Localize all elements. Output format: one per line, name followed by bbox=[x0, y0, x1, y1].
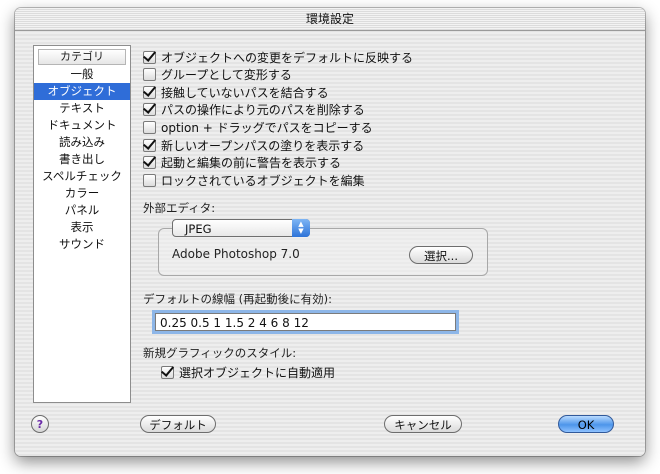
option-label: option + ドラッグでパスをコピーする bbox=[161, 120, 373, 135]
category-list: カテゴリ 一般 オブジェクト テキスト ドキュメント 読み込み 書き出し スペルチェック カラ… bbox=[33, 45, 131, 403]
sidebar-item[interactable]: 一般 bbox=[34, 66, 130, 83]
sidebar-item[interactable]: ドキュメント bbox=[34, 117, 130, 134]
ok-button[interactable]: OK bbox=[558, 415, 614, 433]
new-graphic-style-label: 新規グラフィックのスタイル: bbox=[143, 346, 297, 360]
line-width-field[interactable]: 0.25 0.5 1 1.5 2 4 6 8 12 bbox=[155, 313, 456, 331]
option-checkbox-row[interactable]: option + ドラッグでパスをコピーする bbox=[143, 118, 373, 136]
preferences-window: 環境設定 カテゴリ 一般 オブジェクト テキスト ドキュメント 読み込み 書き出し スペルチ… bbox=[15, 8, 645, 456]
option-checkbox[interactable] bbox=[143, 103, 156, 117]
sidebar-item[interactable]: テキスト bbox=[34, 100, 130, 117]
default-button[interactable]: デフォルト bbox=[140, 415, 216, 433]
external-editor-app-name: Adobe Photoshop 7.0 bbox=[172, 247, 300, 261]
sidebar-item[interactable]: カラー bbox=[34, 185, 130, 202]
sidebar-item[interactable]: スペルチェック bbox=[34, 168, 130, 185]
editor-format-popup[interactable]: JPEG ▲ ▼ bbox=[172, 219, 310, 237]
category-list-header: カテゴリ bbox=[38, 49, 126, 65]
auto-apply-label: 選択オブジェクトに自動適用 bbox=[179, 365, 336, 380]
option-checkbox-row[interactable]: 新しいオープンパスの塗りを表示する bbox=[143, 136, 364, 154]
option-label: オブジェクトへの変更をデフォルトに反映する bbox=[161, 50, 414, 65]
sidebar-item[interactable]: 書き出し bbox=[34, 151, 130, 168]
option-label: パスの操作により元のパスを削除する bbox=[161, 103, 365, 118]
option-checkbox[interactable] bbox=[143, 68, 156, 82]
sidebar-item[interactable]: 表示 bbox=[34, 219, 130, 236]
option-checkbox[interactable] bbox=[143, 138, 156, 152]
option-label: 起動と編集の前に警告を表示する bbox=[161, 156, 342, 171]
external-editor-label: 外部エディタ: bbox=[143, 201, 216, 215]
option-label: 接触していないパスを結合する bbox=[161, 85, 329, 100]
option-checkbox[interactable] bbox=[143, 156, 156, 170]
option-checkbox-row[interactable]: オブジェクトへの変更をデフォルトに反映する bbox=[143, 48, 413, 66]
option-checkbox-row[interactable]: 起動と編集の前に警告を表示する bbox=[143, 154, 341, 172]
option-checkbox-row[interactable]: パスの操作により元のパスを削除する bbox=[143, 101, 365, 119]
line-width-label: デフォルトの線幅 (再起動後に有効): bbox=[143, 292, 333, 306]
help-button[interactable]: ? bbox=[31, 415, 49, 433]
auto-apply-checkbox[interactable] bbox=[161, 365, 174, 379]
sidebar-item[interactable]: オブジェクト bbox=[34, 83, 130, 100]
option-checkbox[interactable] bbox=[143, 173, 156, 187]
sidebar-item[interactable]: パネル bbox=[34, 202, 130, 219]
option-checkbox[interactable] bbox=[143, 120, 156, 134]
option-label: 新しいオープンパスの塗りを表示する bbox=[161, 138, 365, 153]
window-title: 環境設定 bbox=[15, 8, 645, 31]
option-checkbox[interactable] bbox=[143, 50, 156, 64]
sidebar-item[interactable]: 読み込み bbox=[34, 134, 130, 151]
option-checkbox-row[interactable]: ロックされているオブジェクトを編集 bbox=[143, 171, 365, 189]
option-checkbox[interactable] bbox=[143, 85, 156, 99]
cancel-button[interactable]: キャンセル bbox=[384, 415, 462, 433]
option-label: ロックされているオブジェクトを編集 bbox=[161, 173, 365, 188]
sidebar-item[interactable]: サウンド bbox=[34, 236, 130, 253]
popup-arrows-icon: ▲ ▼ bbox=[292, 219, 310, 237]
auto-apply-checkbox-row[interactable]: 選択オブジェクトに自動適用 bbox=[161, 363, 335, 381]
option-checkbox-row[interactable]: 接触していないパスを結合する bbox=[143, 83, 329, 101]
choose-editor-button[interactable]: 選択... bbox=[409, 246, 473, 264]
editor-format-value: JPEG bbox=[185, 222, 212, 236]
option-checkbox-row[interactable]: グループとして変形する bbox=[143, 66, 292, 84]
option-label: グループとして変形する bbox=[161, 68, 292, 83]
